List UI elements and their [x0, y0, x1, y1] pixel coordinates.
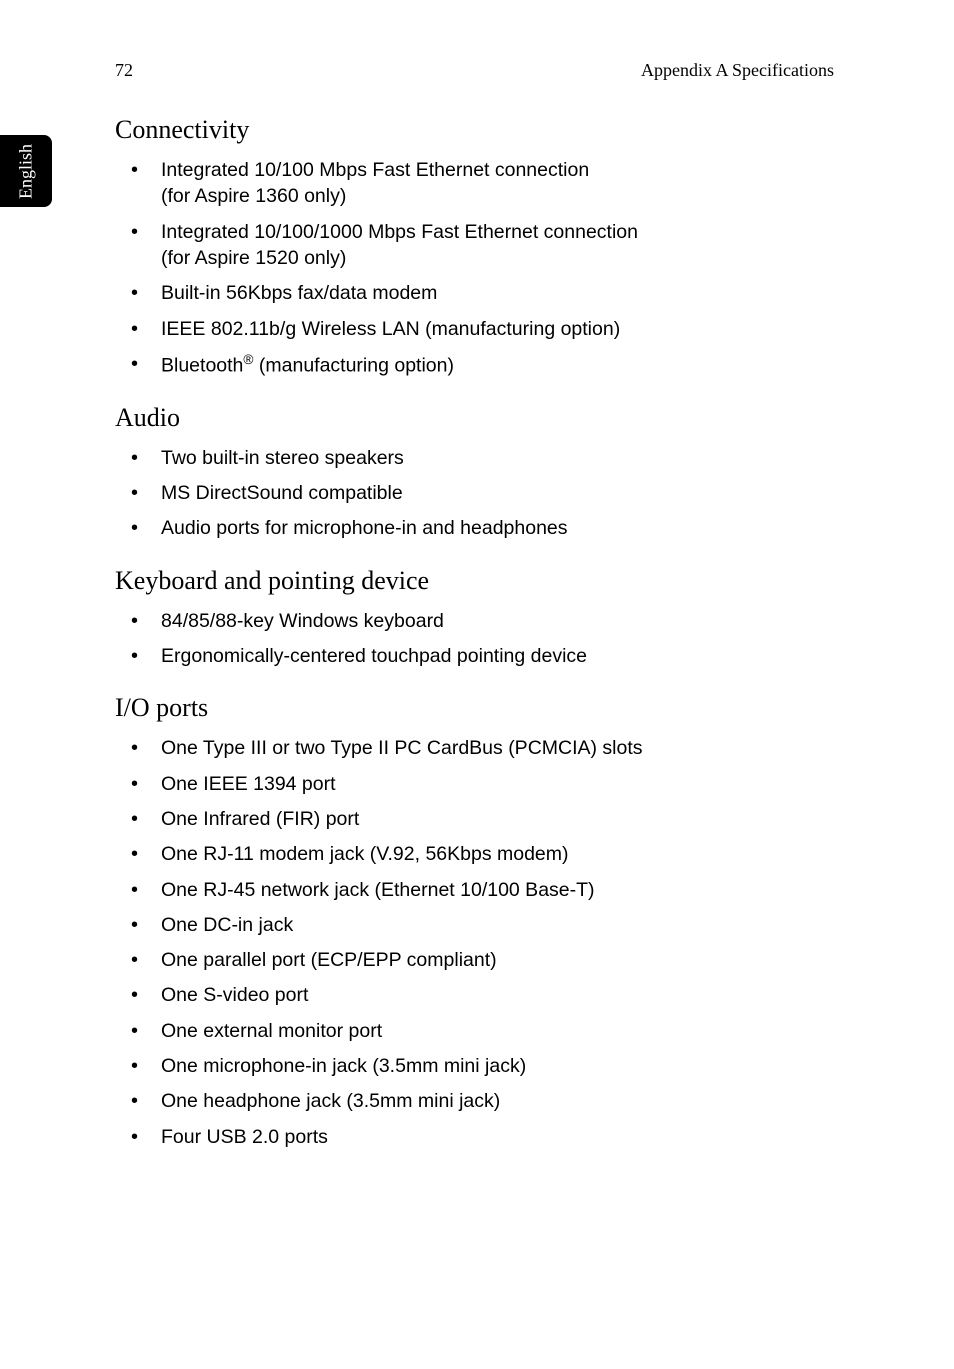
item-text: (for Aspire 1360 only) [161, 185, 346, 207]
list-item: One headphone jack (3.5mm mini jack) [115, 1088, 835, 1114]
heading-connectivity: Connectivity [115, 115, 835, 145]
list-item: Two built-in stereo speakers [115, 445, 835, 471]
list-item: Ergonomically-centered touchpad pointing… [115, 643, 835, 669]
item-text: Bluetooth [161, 354, 243, 376]
item-text: (manufacturing option) [253, 354, 454, 376]
list-audio: Two built-in stereo speakers MS DirectSo… [115, 445, 835, 542]
list-connectivity: Integrated 10/100 Mbps Fast Ethernet con… [115, 157, 835, 379]
heading-ioports: I/O ports [115, 693, 835, 723]
language-tab: English [0, 135, 52, 207]
item-text: (for Aspire 1520 only) [161, 247, 346, 269]
list-keyboard: 84/85/88-key Windows keyboard Ergonomica… [115, 608, 835, 670]
list-item: Four USB 2.0 ports [115, 1124, 835, 1150]
list-item: Bluetooth® (manufacturing option) [115, 351, 835, 379]
item-text: Integrated 10/100/1000 Mbps Fast Etherne… [161, 221, 638, 243]
list-ioports: One Type III or two Type II PC CardBus (… [115, 735, 835, 1150]
list-item: One microphone-in jack (3.5mm mini jack) [115, 1053, 835, 1079]
list-item: One S-video port [115, 982, 835, 1008]
list-item: MS DirectSound compatible [115, 480, 835, 506]
list-item: One Type III or two Type II PC CardBus (… [115, 735, 835, 761]
item-text: Integrated 10/100 Mbps Fast Ethernet con… [161, 159, 589, 181]
registered-symbol: ® [243, 352, 253, 367]
list-item: Audio ports for microphone-in and headph… [115, 515, 835, 541]
header-appendix-title: Appendix A Specifications [641, 60, 834, 81]
list-item: One RJ-45 network jack (Ethernet 10/100 … [115, 877, 835, 903]
list-item: Built-in 56Kbps fax/data modem [115, 280, 835, 306]
list-item: One RJ-11 modem jack (V.92, 56Kbps modem… [115, 841, 835, 867]
list-item: Integrated 10/100 Mbps Fast Ethernet con… [115, 157, 835, 210]
list-item: IEEE 802.11b/g Wireless LAN (manufacturi… [115, 316, 835, 342]
page-content: Connectivity Integrated 10/100 Mbps Fast… [115, 115, 835, 1159]
list-item: One DC-in jack [115, 912, 835, 938]
page-number: 72 [115, 60, 133, 81]
list-item: One parallel port (ECP/EPP compliant) [115, 947, 835, 973]
list-item: Integrated 10/100/1000 Mbps Fast Etherne… [115, 219, 835, 272]
list-item: One IEEE 1394 port [115, 771, 835, 797]
heading-keyboard: Keyboard and pointing device [115, 566, 835, 596]
heading-audio: Audio [115, 403, 835, 433]
list-item: 84/85/88-key Windows keyboard [115, 608, 835, 634]
list-item: One external monitor port [115, 1018, 835, 1044]
list-item: One Infrared (FIR) port [115, 806, 835, 832]
